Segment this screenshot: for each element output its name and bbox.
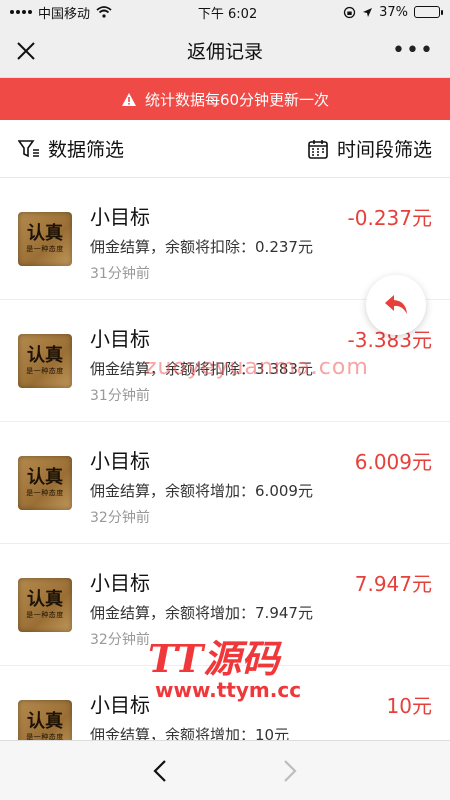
- record-list: 认真 是一种态度 小目标 佣金结算，余额将扣除：0.237元 31分钟前 -0.…: [0, 178, 450, 788]
- record-amount: -0.237元: [347, 206, 432, 230]
- rotation-lock-icon: [343, 6, 356, 18]
- calendar-icon: [308, 139, 328, 159]
- time-filter-label: 时间段筛选: [336, 139, 432, 161]
- status-right: 37%: [343, 4, 443, 20]
- record-desc: 佣金结算，余额将增加：7.947元: [90, 604, 313, 622]
- battery-percent: 37%: [379, 4, 408, 20]
- record-time: 31分钟前: [90, 388, 150, 404]
- avatar-text: 认真: [27, 467, 63, 488]
- carrier-label: 中国移动: [38, 6, 91, 22]
- wifi-icon: [96, 6, 112, 18]
- avatar-text: 认真: [27, 223, 63, 244]
- avatar-text: 认真: [27, 345, 63, 366]
- page-title: 返佣记录: [186, 41, 263, 63]
- avatar: 认真 是一种态度: [18, 212, 72, 266]
- data-filter-label: 数据筛选: [48, 139, 125, 161]
- avatar-text: 认真: [27, 711, 63, 732]
- status-bar: 中国移动 下午 6:02 37%: [0, 0, 450, 24]
- record-time: 32分钟前: [90, 632, 150, 648]
- warning-icon: [121, 92, 136, 106]
- data-filter-button[interactable]: 数据筛选: [18, 135, 124, 162]
- status-left: 中国移动: [10, 3, 112, 22]
- filter-icon: [18, 139, 39, 157]
- clock-label: 下午 6:02: [197, 6, 258, 22]
- float-back-button[interactable]: [366, 275, 426, 335]
- record-row[interactable]: 认真 是一种态度 小目标 佣金结算，余额将增加：6.009元 32分钟前 6.0…: [0, 422, 450, 544]
- record-amount: 10元: [386, 694, 432, 718]
- close-icon: [17, 41, 35, 60]
- browser-toolbar: [0, 740, 450, 800]
- notice-banner: 统计数据每60分钟更新一次: [0, 78, 450, 120]
- location-icon: [363, 7, 373, 17]
- record-time: 32分钟前: [90, 510, 150, 526]
- avatar: 认真 是一种态度: [18, 334, 72, 388]
- avatar-text: 认真: [27, 589, 63, 610]
- time-filter-button[interactable]: 时间段筛选: [307, 135, 432, 162]
- record-desc: 佣金结算，余额将扣除：0.237元: [90, 238, 313, 256]
- avatar-subtext: 是一种态度: [26, 489, 64, 497]
- battery-icon: [414, 6, 443, 18]
- record-desc: 佣金结算，余额将扣除：3.383元: [90, 360, 313, 378]
- avatar: 认真 是一种态度: [18, 578, 72, 632]
- chevron-right-icon: [284, 759, 297, 782]
- notice-text: 统计数据每60分钟更新一次: [144, 90, 330, 109]
- more-button[interactable]: •••: [392, 33, 434, 69]
- record-name: 小目标: [90, 693, 150, 717]
- nav-bar: 返佣记录 •••: [0, 24, 450, 78]
- avatar: 认真 是一种态度: [18, 456, 72, 510]
- close-button[interactable]: [16, 33, 52, 69]
- chevron-left-icon: [153, 759, 166, 782]
- record-amount: 6.009元: [354, 450, 432, 474]
- back-button[interactable]: [140, 751, 180, 791]
- avatar-subtext: 是一种态度: [26, 245, 64, 253]
- record-desc: 佣金结算，余额将增加：6.009元: [90, 482, 313, 500]
- undo-arrow-icon: [385, 295, 407, 314]
- record-amount: 7.947元: [354, 572, 432, 596]
- filter-bar: 数据筛选 时间段筛选: [0, 120, 450, 178]
- avatar-subtext: 是一种态度: [26, 367, 64, 375]
- avatar-subtext: 是一种态度: [26, 611, 64, 619]
- forward-button[interactable]: [270, 751, 310, 791]
- signal-icon: [10, 10, 32, 14]
- record-row[interactable]: 认真 是一种态度 小目标 佣金结算，余额将增加：7.947元 32分钟前 7.9…: [0, 544, 450, 666]
